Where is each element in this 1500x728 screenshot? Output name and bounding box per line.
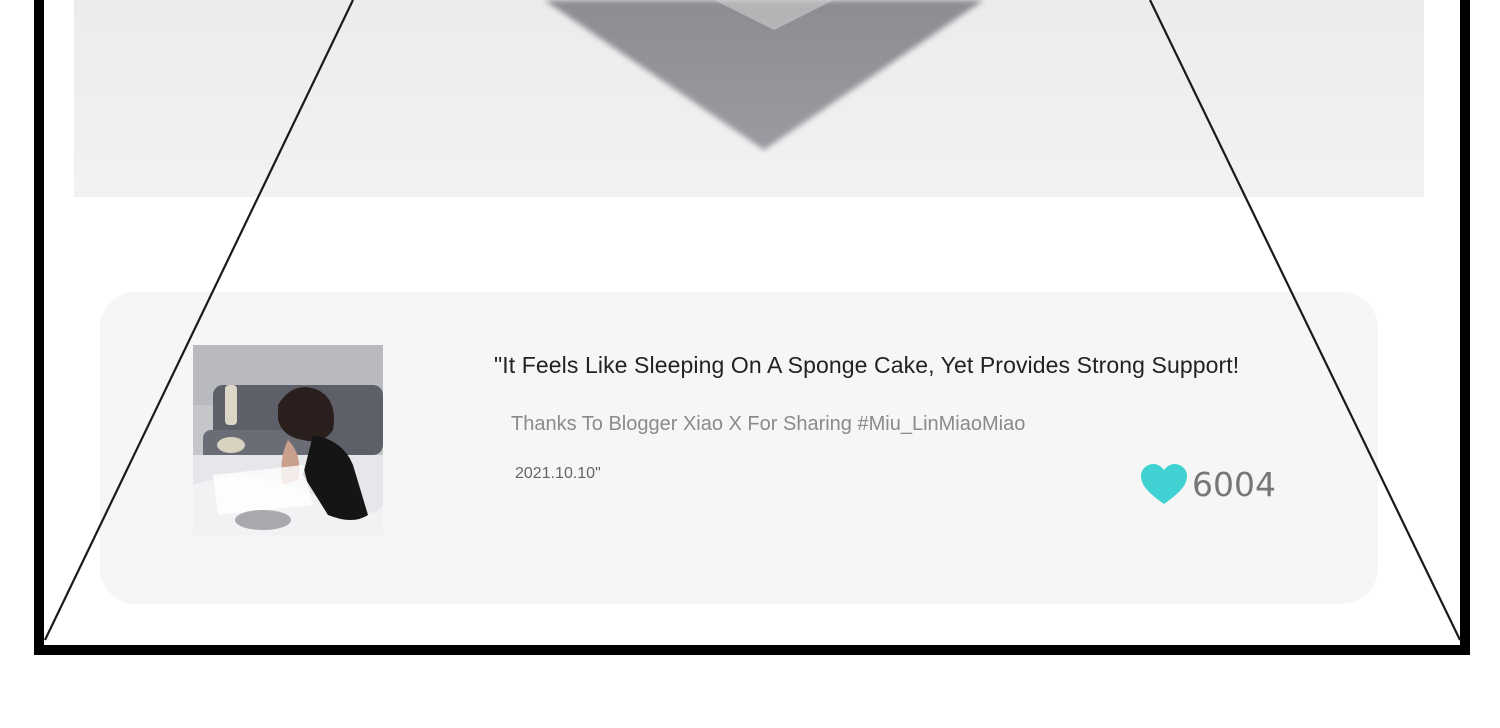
review-credit: Thanks To Blogger Xiao X For Sharing #Mi…	[511, 413, 1026, 435]
mattress-corner-shape	[544, 0, 984, 150]
like-count: 6004	[1192, 465, 1276, 504]
review-date: 2021.10.10"	[515, 465, 601, 482]
heart-icon	[1141, 464, 1187, 504]
review-quote: "It Feels Like Sleeping On A Sponge Cake…	[494, 352, 1240, 378]
blogger-photo	[193, 345, 383, 535]
product-photo	[74, 0, 1424, 197]
review-section: "It Feels Like Sleeping On A Sponge Cake…	[0, 0, 1500, 728]
like-button[interactable]: 6004	[1140, 463, 1276, 507]
